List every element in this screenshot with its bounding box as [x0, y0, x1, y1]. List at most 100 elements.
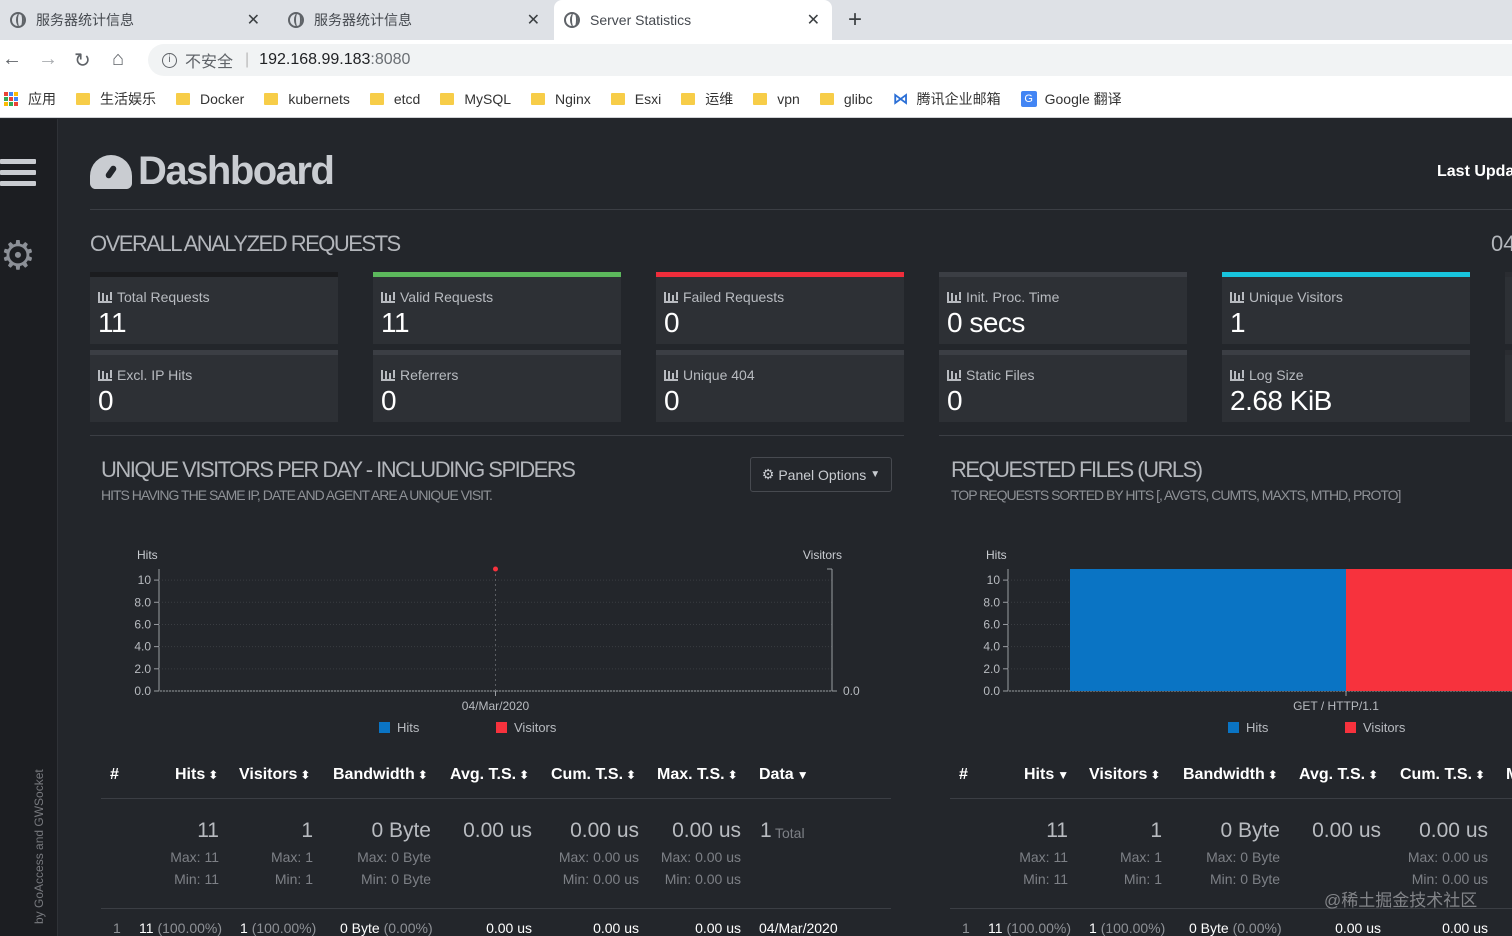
home-icon[interactable]: ⌂: [112, 48, 124, 71]
column-header[interactable]: Visitors ⬍: [1089, 766, 1160, 784]
tab-title: 服务器统计信息: [36, 12, 134, 28]
metric-card: Failed Requests 0: [656, 272, 904, 344]
url-divider: |: [245, 51, 250, 68]
bookmark-item[interactable]: 生活娱乐: [76, 89, 156, 109]
bookmark-item[interactable]: Esxi: [610, 91, 661, 107]
summary-value: 0.00 us: [1419, 819, 1488, 842]
metric-value: 11: [381, 307, 410, 338]
y-tick-label: 6.0: [983, 617, 1000, 631]
goaccess-dashboard: ⚙ by GoAccess and GWSocket Dashboard Las…: [0, 119, 1512, 936]
metric-label: Log Size: [1230, 367, 1303, 383]
column-header[interactable]: Cum. T.S. ⬍: [1400, 766, 1485, 784]
forward-arrow-icon[interactable]: →: [38, 48, 58, 71]
browser-tab-2[interactable]: 服务器统计信息 ✕: [278, 0, 552, 40]
bookmark-item[interactable]: Nginx: [531, 91, 591, 107]
url-port: :8080: [370, 51, 411, 68]
legend-visitors: Visitors: [1345, 720, 1405, 735]
column-header[interactable]: Cum. T.S. ⬍: [551, 766, 636, 784]
bookmark-label: MySQL: [464, 90, 511, 107]
bookmark-label: etcd: [393, 90, 421, 107]
metric-value: 0: [381, 385, 397, 416]
hamburger-menu-icon[interactable]: [0, 159, 36, 192]
column-header[interactable]: #: [110, 766, 119, 784]
gear-icon: ⚙: [761, 466, 775, 482]
bookmark-label: glibc: [843, 90, 873, 107]
globe-icon: [10, 12, 26, 28]
bookmark-item[interactable]: vpn: [753, 91, 800, 107]
panel-options-button[interactable]: ⚙ Panel Options ▼: [750, 457, 892, 492]
metric-card: Total Requests 11: [90, 272, 338, 344]
table-cell: 04/Mar/2020: [759, 920, 838, 936]
metric-value: 2.68 KiB: [1230, 385, 1332, 416]
table-cell: 0.00 us: [1442, 920, 1488, 936]
watermark: @稀土掘金技术社区: [1324, 891, 1478, 910]
close-icon[interactable]: ✕: [247, 10, 260, 30]
bookmark-item[interactable]: 运维: [681, 89, 733, 109]
bookmark-item[interactable]: MySQL: [440, 91, 511, 107]
bookmark-item[interactable]: glibc: [819, 90, 873, 107]
bookmark-item[interactable]: G Google 翻译: [1020, 89, 1122, 109]
column-header[interactable]: Bandwidth ⬍: [1183, 766, 1278, 784]
bookmark-item[interactable]: kubernets: [264, 91, 350, 107]
column-header[interactable]: Hits ▼: [1024, 766, 1069, 784]
close-icon[interactable]: ✕: [527, 10, 540, 30]
y-tick-label: 10: [138, 573, 152, 587]
sort-desc-icon: ▼: [796, 768, 809, 782]
summary-value: 11: [1046, 819, 1068, 842]
metric-label: Failed Requests: [664, 289, 784, 305]
sort-icon: ⬍: [727, 768, 738, 782]
legend-swatch-hits: [379, 722, 390, 733]
y-tick-label: 8.0: [983, 595, 1000, 609]
summary-min: Min: 1: [274, 871, 313, 887]
column-header[interactable]: Data ▼: [759, 766, 809, 784]
gear-icon[interactable]: ⚙: [0, 236, 36, 276]
legend-visitors: Visitors: [496, 720, 556, 735]
column-header[interactable]: Max. T.S. ⬍: [657, 766, 738, 784]
legend-swatch-hits: [1228, 722, 1239, 733]
folder-icon: [819, 92, 834, 105]
back-arrow-icon[interactable]: ←: [2, 48, 22, 71]
metric-label: Referrers: [381, 367, 458, 383]
address-bar: ← → ↻ ⌂ i 不安全 | 192.168.99.183 :8080: [0, 40, 1512, 80]
column-header[interactable]: Visitors ⬍: [239, 766, 310, 784]
column-header[interactable]: Bandwidth ⬍: [333, 766, 428, 784]
bookmark-item[interactable]: ⋈ 腾讯企业邮箱: [893, 89, 1001, 109]
metric-value: 0: [664, 385, 680, 416]
column-header[interactable]: M: [1506, 766, 1512, 784]
sort-icon: ⬍: [208, 768, 219, 782]
data-point-hits: [493, 566, 498, 572]
browser-tab-1[interactable]: 服务器统计信息 ✕: [0, 0, 272, 40]
reload-icon[interactable]: ↻: [74, 48, 91, 73]
google-translate-icon: G: [1020, 90, 1037, 107]
panel-title-files: REQUESTED FILES (URLS): [951, 457, 1203, 482]
close-icon[interactable]: ✕: [807, 10, 820, 30]
bookmark-item[interactable]: Docker: [176, 91, 244, 107]
table-cell: 1 (100.00%): [1089, 920, 1166, 936]
insecure-label: 不安全: [185, 54, 234, 71]
apps-grid-icon: [4, 91, 18, 106]
bookmark-label: Google 翻译: [1044, 90, 1122, 107]
table-cell: 0 Byte (0.00%): [1189, 920, 1282, 936]
bookmark-item[interactable]: etcd: [369, 90, 421, 107]
bookmarks-bar: 应用 生活娱乐 Docker kubernets etcd MySQL Nginx Esxi 运…: [0, 80, 1512, 118]
column-header[interactable]: Hits ⬍: [175, 766, 218, 784]
tab-title: 服务器统计信息: [314, 12, 412, 28]
url-input[interactable]: i 不安全 | 192.168.99.183 :8080: [148, 44, 1512, 76]
column-header[interactable]: #: [959, 766, 968, 784]
summary-max: Max: 1: [1119, 849, 1162, 865]
bookmark-item[interactable]: 应用: [4, 89, 56, 109]
browser-tab-3[interactable]: Server Statistics ✕: [554, 0, 832, 40]
summary-total-label: Total: [775, 825, 805, 841]
x-tick-label: 04/Mar/2020: [462, 699, 530, 713]
metric-value: 0 secs: [947, 307, 1025, 338]
globe-icon: [288, 12, 304, 28]
tencent-mail-icon: ⋈: [892, 90, 909, 108]
bar-chart-icon: [381, 291, 395, 303]
folder-icon: [531, 92, 545, 105]
column-header[interactable]: Avg. T.S. ⬍: [1299, 766, 1378, 784]
metric-value: 0: [947, 385, 963, 416]
bar-chart-icon: [947, 291, 961, 303]
plus-icon[interactable]: +: [848, 6, 862, 34]
info-icon[interactable]: i: [162, 52, 177, 68]
column-header[interactable]: Avg. T.S. ⬍: [450, 766, 529, 784]
